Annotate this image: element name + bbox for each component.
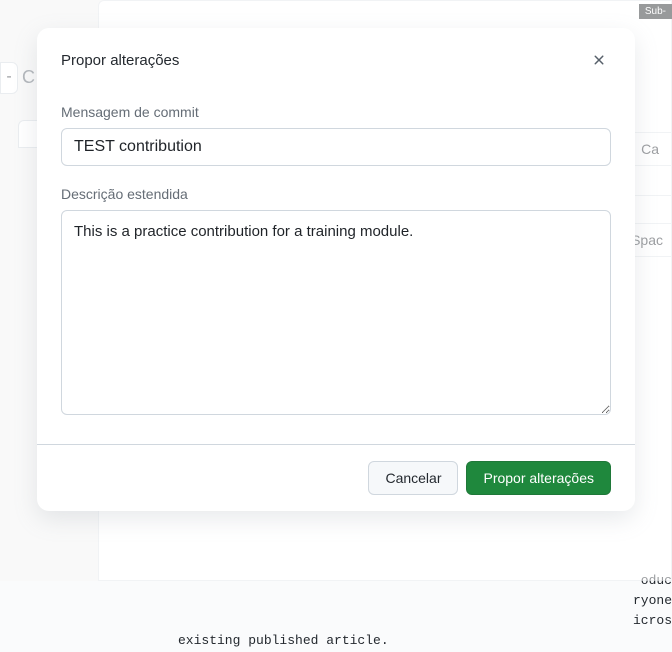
modal-overlay: Propor alterações Mensagem de commit Des… — [0, 0, 672, 581]
dialog-title: Propor alterações — [61, 52, 179, 69]
dialog-header: Propor alterações — [37, 28, 635, 104]
propose-changes-button[interactable]: Propor alterações — [466, 461, 611, 495]
cancel-button[interactable]: Cancelar — [368, 461, 458, 495]
dialog-body: Mensagem de commit Descrição estendida — [37, 104, 635, 444]
extended-description-textarea[interactable] — [61, 210, 611, 415]
commit-message-input[interactable] — [61, 128, 611, 166]
close-button[interactable] — [587, 48, 611, 72]
extended-description-group: Descrição estendida — [61, 186, 611, 420]
dialog-footer: Cancelar Propor alterações — [37, 444, 635, 511]
close-icon — [591, 52, 607, 68]
commit-message-label: Mensagem de commit — [61, 104, 611, 120]
commit-message-group: Mensagem de commit — [61, 104, 611, 166]
propose-changes-dialog: Propor alterações Mensagem de commit Des… — [37, 28, 635, 511]
extended-description-label: Descrição estendida — [61, 186, 611, 202]
